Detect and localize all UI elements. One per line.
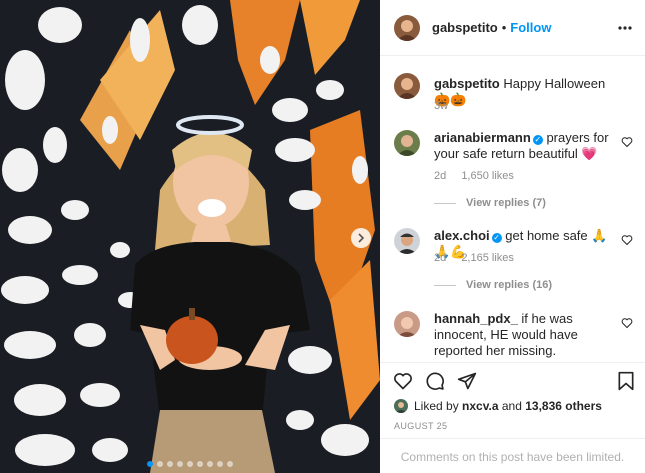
carousel-dots <box>0 461 380 467</box>
avatar[interactable] <box>394 73 420 99</box>
view-replies-label: View replies (16) <box>466 279 553 291</box>
carousel-dot <box>207 461 213 467</box>
more-icon[interactable] <box>617 20 633 36</box>
photo-image <box>0 0 380 473</box>
follow-button[interactable]: Follow <box>510 20 551 35</box>
liked-prefix: Liked by <box>414 399 459 413</box>
caption-time: 3w <box>434 100 449 112</box>
post-photo[interactable] <box>0 0 380 473</box>
comment-time: 2d <box>434 170 447 182</box>
liked-user[interactable]: nxcv.a <box>462 399 498 413</box>
carousel-dot <box>167 461 173 467</box>
comment-time: 2d <box>434 252 447 264</box>
view-replies-button[interactable]: View replies (16) <box>434 279 552 291</box>
post-actions: Liked by nxcv.a and 13,836 others AUGUST… <box>380 362 645 473</box>
verified-icon: ✓ <box>532 135 543 145</box>
share-icon[interactable] <box>457 371 477 391</box>
comment-likes[interactable]: 1,650 likes <box>461 170 514 182</box>
caption-author[interactable]: gabspetito <box>434 76 500 91</box>
avatar[interactable] <box>394 14 420 41</box>
comment-author[interactable]: arianabiermann <box>434 130 531 145</box>
bookmark-icon[interactable] <box>617 371 635 391</box>
comment-author[interactable]: alex.choi <box>434 228 490 243</box>
avatar[interactable] <box>394 399 408 413</box>
liked-joiner: and <box>501 399 522 413</box>
carousel-dot <box>217 461 223 467</box>
view-replies-label: View replies (7) <box>466 197 546 209</box>
verified-icon: ✓ <box>491 233 502 243</box>
carousel-dot <box>157 461 163 467</box>
post-date: AUGUST 25 <box>394 421 448 431</box>
separator-dot: • <box>501 20 507 35</box>
caption: gabspetito Happy Halloween 🎃🎃 3w <box>394 73 637 113</box>
carousel-dot <box>197 461 203 467</box>
comment-item: hannah_pdx_ if he was innocent, HE would… <box>394 311 637 361</box>
heart-icon[interactable] <box>393 371 413 391</box>
next-photo-button[interactable] <box>351 228 371 248</box>
avatar[interactable] <box>394 228 420 254</box>
post-author[interactable]: gabspetito <box>432 20 498 35</box>
carousel-dot <box>147 461 153 467</box>
heart-icon[interactable] <box>621 136 633 148</box>
view-replies-button[interactable]: View replies (7) <box>434 197 546 209</box>
post-header: gabspetito • Follow <box>380 0 645 56</box>
comment-icon[interactable] <box>425 371 445 391</box>
avatar[interactable] <box>394 311 420 337</box>
likes-summary: Liked by nxcv.a and 13,836 others <box>394 399 602 413</box>
avatar[interactable] <box>394 130 420 156</box>
liked-others[interactable]: 13,836 others <box>525 399 602 413</box>
comments-limited-notice: Comments on this post have been limited. <box>380 438 645 473</box>
comment-list[interactable]: gabspetito Happy Halloween 🎃🎃 3w arianab… <box>380 57 645 362</box>
carousel-dot <box>177 461 183 467</box>
carousel-dot <box>187 461 193 467</box>
heart-icon[interactable] <box>621 234 633 246</box>
chevron-right-icon <box>358 233 365 243</box>
comment-author[interactable]: hannah_pdx_ <box>434 311 518 326</box>
post-panel: gabspetito • Follow gabspetito Happy Hal… <box>380 0 645 473</box>
comment-likes[interactable]: 2,165 likes <box>461 252 514 264</box>
heart-icon[interactable] <box>621 317 633 329</box>
carousel-dot <box>227 461 233 467</box>
